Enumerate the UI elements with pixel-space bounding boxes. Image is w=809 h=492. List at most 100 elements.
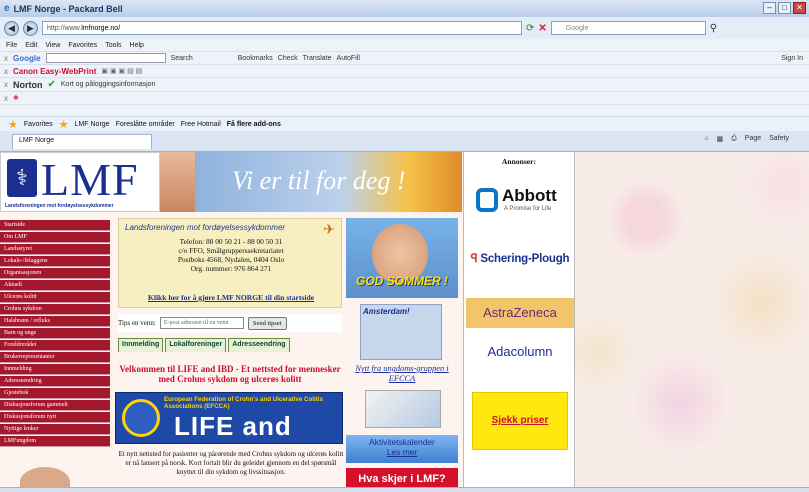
menu-favorites[interactable]: Favorites [68,42,97,49]
nav-item[interactable]: Foreldrerådet [0,340,110,351]
ie-icon: e [4,3,10,14]
menu-view[interactable]: View [45,42,60,49]
efcca-banner[interactable]: European Federation of Crohn's and Ulcer… [115,392,343,472]
nav-item[interactable]: Organisasjonen [0,268,110,279]
nav-item[interactable]: Diskusjonsforum gammelt [0,400,110,411]
startpage-link[interactable]: Klikk her for å gjøre LMF NORGE til din … [119,293,343,302]
nav-item[interactable]: Ulcerøs kolitt [0,292,110,303]
addon-icon[interactable]: ✱ [13,94,19,102]
nav-item[interactable]: Barn og unge [0,328,110,339]
tab-lokalforeninger[interactable]: Lokalforeninger [165,338,227,352]
nav-item[interactable]: Innmelding [0,364,110,375]
menu-edit[interactable]: Edit [25,42,37,49]
nav-item[interactable]: Diskusjonsforum nytt [0,412,110,423]
fav-hotmail[interactable]: Free Hotmail [181,121,221,128]
abbott-ad[interactable]: Abbott A Promise for Life [470,182,570,222]
url-field[interactable]: http://www. lmfnorge.no/ [42,21,522,35]
back-button[interactable]: ◀ [4,20,19,36]
amsterdam-thumbnail[interactable]: Amsterdam! [360,304,442,360]
norton-label[interactable]: Norton [13,80,43,90]
schering-plough-ad[interactable]: ꟼ Schering-Plough [470,246,570,272]
autofill-button[interactable]: AutoFill [337,55,360,62]
menu-file[interactable]: File [6,42,17,49]
google-search-button[interactable]: Search [171,55,193,62]
send-tip-button[interactable]: Send tipset [247,316,287,330]
nav-item[interactable]: Gjestebok [0,388,110,399]
tab-lmf[interactable]: LMF Norge [12,133,152,149]
nav-item[interactable]: Startside [0,220,110,231]
read-more-link[interactable]: Les mer [346,447,458,457]
add-favorite-icon[interactable]: ★ [59,118,69,131]
minimize-button[interactable]: – [763,2,776,14]
maximize-button[interactable]: □ [778,2,791,14]
favorites-label[interactable]: Favorites [24,121,53,128]
norton-check-icon[interactable]: ✔ [48,79,56,90]
translate-button[interactable]: Translate [303,55,332,62]
print-icons[interactable]: ▣ ▣ ▣ ▤ ▤ [101,67,142,75]
nav-item[interactable]: Adresseendring [0,376,110,387]
adacolumn-ad[interactable]: Adacolumn [470,342,570,362]
whats-on-banner[interactable]: Hva skjer i LMF? [346,468,458,487]
search-input[interactable]: Google [550,21,706,35]
refresh-icon[interactable]: ⟳ [526,23,534,34]
nav-item[interactable]: Nyttige lenker [0,424,110,435]
efcca-title: European Federation of Crohn's and Ulcer… [164,396,323,410]
side-navigation: Startside Om LMF Landsstyret Lokale-/fel… [0,220,110,447]
safety-menu[interactable]: Safety [769,135,789,143]
close-toolbar-icon[interactable]: x [4,80,8,89]
print-icon[interactable]: ⎙ [731,135,737,143]
nav-item[interactable]: Halsbrann / refluks [0,316,110,327]
close-toolbar-icon[interactable]: x [4,54,8,63]
stop-icon[interactable]: ✕ [538,23,546,34]
nav-item[interactable]: Brukerrepresentanter [0,352,110,363]
youth-thumbnail[interactable] [365,390,441,428]
menu-tools[interactable]: Tools [105,42,121,49]
check-button[interactable]: Check [278,55,298,62]
close-toolbar-icon[interactable]: x [4,94,8,103]
tips-label: Tips en venn: [118,319,156,327]
price-check-ad[interactable]: Sjekk priser [472,392,568,450]
nav-item[interactable]: Aktuelt [0,280,110,291]
youth-news-link[interactable]: Nytt fra ungdoms-gruppen i EFCCA [350,364,454,384]
lmf-logo[interactable]: ⚕ LMF Landsforeningen mot fordøyelsessyk… [0,152,160,212]
tab-innmelding[interactable]: Innmelding [118,338,164,352]
fav-lmf[interactable]: LMF Norge [75,121,110,128]
abbott-name: Abbott [502,186,557,205]
header-photo [160,152,196,212]
tab-adresseendring[interactable]: Adresseendring [228,338,290,352]
nav-item[interactable]: Lokale-/felaggene [0,256,110,267]
schering-name: Schering- [480,253,532,265]
nav-item[interactable]: Om LMF [0,232,110,243]
fav-addons[interactable]: Få flere add-ons [227,121,281,128]
google-input[interactable] [45,53,166,63]
sign-in-link[interactable]: Sign In [781,55,803,62]
nav-item[interactable]: Landsstyret [0,244,110,255]
nav-item[interactable]: LMFungdom [0,436,110,447]
logo-subtitle: Landsforeningen mot fordøyelsessykdommer [5,203,114,209]
welcome-heading: Velkommen til LIFE and IBD - Et nettsted… [119,364,341,384]
url-prefix: http://www. [47,24,82,32]
url-host: lmfnorge.no/ [81,24,121,32]
menu-help[interactable]: Help [130,42,144,49]
search-icon[interactable]: ⚲ [710,23,717,34]
favorites-star-icon[interactable]: ★ [8,118,18,131]
friend-email-input[interactable]: E-post adressen til en venn [159,317,244,329]
home-icon[interactable]: ⌂ [704,135,708,143]
close-button[interactable]: ✕ [793,2,806,14]
feeds-icon[interactable]: ▦ [717,135,724,143]
activity-calendar[interactable]: Aktivitetskalender Les mer [346,435,458,463]
email-placeholder: E-post adressen til en venn [163,320,229,326]
fav-foreslatte[interactable]: Foreslåtte områder [116,121,175,128]
canon-label[interactable]: Canon Easy-WebPrint [13,67,96,76]
bookmarks-button[interactable]: Bookmarks [238,55,273,62]
astrazeneca-ad[interactable]: AstraZeneca [466,298,574,328]
close-toolbar-icon[interactable]: x [4,67,8,76]
forward-button[interactable]: ▶ [23,20,38,36]
page-menu[interactable]: Page [745,135,761,143]
contact-box: Landsforeningen mot fordøyelsessykdommer… [118,218,342,308]
summer-banner[interactable]: GOD SOMMER ! [346,218,458,298]
nav-item[interactable]: Crohns sykdom [0,304,110,315]
person-photo [20,467,70,487]
norton-login[interactable]: Kort og påloggingsinformasjon [61,81,156,88]
tab-label: LMF Norge [19,136,55,144]
